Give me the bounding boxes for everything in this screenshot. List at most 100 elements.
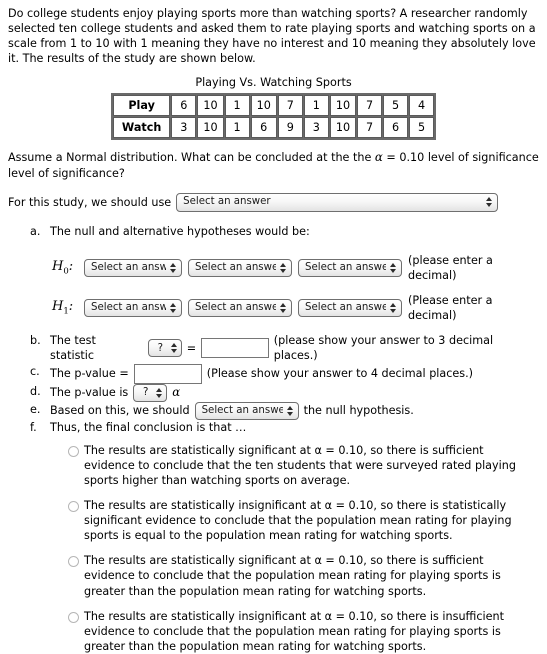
test-statistic-input[interactable] bbox=[201, 338, 269, 359]
chevron-updown-icon bbox=[390, 263, 398, 274]
conclusion-option-3-label: The results are statistically significan… bbox=[84, 554, 501, 598]
hypotheses-block: H0: Select an answer Select an answer Se… bbox=[50, 253, 539, 323]
item-e-text-before: Based on this, we should bbox=[50, 404, 190, 417]
conclusion-option-4[interactable]: The results are statistically insignific… bbox=[68, 609, 539, 654]
question-item-b: The test statistic ? = (please show your… bbox=[30, 333, 539, 363]
watch-value-7: 10 bbox=[329, 116, 357, 138]
play-value-6: 1 bbox=[303, 94, 329, 116]
alternative-hypothesis-select-2[interactable]: Select an answer bbox=[188, 299, 292, 318]
item-b-text: The test statistic bbox=[50, 334, 96, 363]
alpha-symbol: α bbox=[172, 384, 181, 399]
null-hypothesis-select-2[interactable]: Select an answer bbox=[188, 259, 292, 278]
p-value-comparison-select[interactable]: ? bbox=[133, 383, 168, 402]
watch-value-10: 5 bbox=[409, 116, 435, 138]
radio-button-icon[interactable] bbox=[68, 501, 79, 512]
chevron-updown-icon bbox=[170, 303, 178, 314]
chevron-updown-icon bbox=[486, 197, 494, 208]
table-row: Watch 3 10 1 6 9 3 10 7 6 5 bbox=[112, 116, 435, 138]
null-hypothesis-select-1-value: Select an answer bbox=[91, 262, 166, 274]
chevron-updown-icon bbox=[280, 263, 288, 274]
chevron-updown-icon bbox=[390, 303, 398, 314]
play-value-10: 4 bbox=[409, 94, 435, 116]
table-body: Play 6 10 1 10 7 1 10 7 5 4 Watch 3 10 1 bbox=[112, 94, 435, 138]
item-e-row: Based on this, we should Select an answe… bbox=[50, 401, 539, 420]
null-hypothesis-select-3-value: Select an answer bbox=[305, 262, 386, 274]
watch-value-6: 3 bbox=[303, 116, 329, 138]
watch-value-3: 1 bbox=[224, 116, 250, 138]
item-f-text: Thus, the final conclusion is that … bbox=[50, 420, 247, 434]
watch-value-8: 7 bbox=[357, 116, 383, 138]
question-item-f: Thus, the final conclusion is that … The… bbox=[30, 420, 539, 654]
row-header-watch: Watch bbox=[112, 116, 171, 138]
alternative-hypothesis-select-2-value: Select an answer bbox=[195, 302, 276, 314]
test-statistic-select[interactable]: ? bbox=[147, 339, 182, 358]
conclusion-option-4-label: The results are statistically insignific… bbox=[84, 609, 504, 653]
question-item-d: The p-value is ? α bbox=[30, 383, 539, 402]
watch-value-9: 6 bbox=[383, 116, 409, 138]
study-use-select-value: Select an answer bbox=[183, 196, 271, 208]
play-value-9: 5 bbox=[383, 94, 409, 116]
play-value-1: 6 bbox=[171, 94, 197, 116]
chevron-updown-icon bbox=[170, 263, 178, 274]
study-use-select[interactable]: Select an answer bbox=[176, 192, 499, 212]
conclusion-option-2[interactable]: The results are statistically insignific… bbox=[68, 498, 539, 543]
test-statistic-select-value: ? bbox=[157, 342, 164, 354]
conclusion-option-1[interactable]: The results are statistically significan… bbox=[68, 443, 539, 488]
sports-ratings-table: Play 6 10 1 10 7 1 10 7 5 4 Watch 3 10 1 bbox=[110, 92, 437, 140]
row-header-play: Play bbox=[112, 94, 171, 116]
watch-value-2: 10 bbox=[197, 116, 224, 138]
item-c-note: (Please show your answer to 4 decimal pl… bbox=[206, 367, 474, 380]
study-use-label: For this study, we should use bbox=[8, 195, 172, 209]
h-colon: : bbox=[68, 258, 74, 274]
assume-text-before: Assume a Normal distribution. What can b… bbox=[8, 150, 375, 164]
decision-select[interactable]: Select an answer bbox=[194, 401, 299, 420]
question-item-e: Based on this, we should Select an answe… bbox=[30, 401, 539, 420]
assume-paragraph: Assume a Normal distribution. What can b… bbox=[8, 150, 539, 181]
h-letter: H bbox=[52, 258, 64, 274]
data-table-title: Playing Vs. Watching Sports bbox=[195, 76, 352, 90]
radio-button-icon[interactable] bbox=[68, 445, 79, 457]
alternative-hypothesis-label: H1: bbox=[52, 298, 78, 318]
conclusion-options: The results are statistically significan… bbox=[50, 443, 539, 654]
h-letter: H bbox=[52, 299, 64, 315]
conclusion-option-1-label: The results are statistically significan… bbox=[84, 443, 516, 487]
study-use-row: For this study, we should use Select an … bbox=[8, 192, 539, 212]
item-c-row: The p-value = (Please show your answer t… bbox=[50, 363, 539, 384]
chevron-updown-icon bbox=[170, 343, 179, 354]
null-hypothesis-select-2-value: Select an answer bbox=[195, 262, 276, 274]
alternative-hypothesis-select-3-value: Select an answer bbox=[305, 302, 386, 314]
question-item-a: The null and alternative hypotheses woul… bbox=[30, 224, 539, 324]
item-b-equals: = bbox=[186, 341, 197, 355]
null-hypothesis-select-1[interactable]: Select an answer bbox=[84, 259, 182, 278]
conclusion-option-2-label: The results are statistically insignific… bbox=[84, 499, 512, 543]
data-table-section: Playing Vs. Watching Sports Play 6 10 1 … bbox=[8, 75, 539, 140]
watch-value-4: 6 bbox=[250, 116, 277, 138]
p-value-input[interactable] bbox=[133, 363, 202, 384]
alternative-hypothesis-select-3[interactable]: Select an answer bbox=[298, 299, 402, 318]
radio-button-icon[interactable] bbox=[68, 556, 79, 568]
item-a-text: The null and alternative hypotheses woul… bbox=[50, 224, 310, 238]
question-list: The null and alternative hypotheses woul… bbox=[8, 224, 539, 654]
question-item-c: The p-value = (Please show your answer t… bbox=[30, 363, 539, 384]
item-d-text: The p-value is bbox=[50, 386, 129, 399]
watch-value-5: 9 bbox=[277, 116, 303, 138]
play-value-2: 10 bbox=[197, 94, 224, 116]
alternative-hypothesis-select-1-value: Select an answer bbox=[91, 302, 166, 314]
table-row: Play 6 10 1 10 7 1 10 7 5 4 bbox=[112, 94, 435, 116]
radio-button-icon[interactable] bbox=[68, 611, 79, 623]
decision-select-value: Select an answer bbox=[201, 404, 283, 416]
play-value-8: 7 bbox=[357, 94, 383, 116]
play-value-7: 10 bbox=[329, 94, 357, 116]
item-b-note: (please show your answer to 3 decimal pl… bbox=[273, 334, 494, 363]
item-e-text-after: the null hypothesis. bbox=[303, 404, 414, 417]
p-value-comparison-select-value: ? bbox=[143, 386, 149, 398]
conclusion-option-3[interactable]: The results are statistically significan… bbox=[68, 553, 539, 598]
hypothesis-row-null: H0: Select an answer Select an answer Se… bbox=[52, 253, 539, 283]
alpha-symbol: α bbox=[374, 149, 383, 164]
item-d-row: The p-value is ? α bbox=[50, 383, 539, 402]
item-c-text: The p-value = bbox=[50, 367, 129, 380]
alternative-hypothesis-select-1[interactable]: Select an answer bbox=[84, 299, 182, 318]
play-value-4: 10 bbox=[250, 94, 277, 116]
null-hypothesis-select-3[interactable]: Select an answer bbox=[298, 259, 402, 278]
intro-paragraph: Do college students enjoy playing sports… bbox=[8, 7, 536, 66]
